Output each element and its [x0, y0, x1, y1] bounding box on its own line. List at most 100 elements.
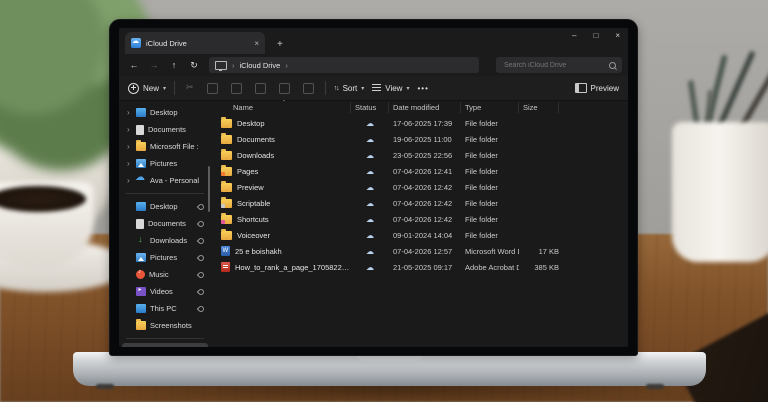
file-row[interactable]: Scriptable ☁ 07-04-2026 12:42 File folde…	[211, 195, 628, 211]
refresh-button[interactable]: ↻	[185, 60, 203, 71]
file-date-modified: 07-04-2026 12:42	[389, 215, 461, 224]
sidebar-item-icon	[136, 270, 145, 279]
column-header-size[interactable]: Size	[519, 102, 559, 113]
sidebar-item[interactable]: › Desktop	[122, 104, 208, 121]
file-name: Preview	[237, 183, 264, 192]
pin-icon	[197, 202, 205, 210]
chevron-right-icon: ›	[232, 61, 235, 70]
sort-button[interactable]: ↑↓ Sort ▾	[334, 84, 365, 93]
file-row[interactable]: Desktop ☁ 17-06-2025 17:39 File folder	[211, 115, 628, 131]
view-button[interactable]: View ▾	[372, 84, 409, 93]
chevron-icon[interactable]: ›	[127, 125, 132, 134]
sidebar-item-label: Videos	[150, 287, 173, 296]
copy-icon[interactable]	[207, 83, 218, 94]
search-box[interactable]	[496, 57, 622, 73]
file-type: File folder	[461, 167, 519, 176]
file-row[interactable]: Documents ☁ 19-06-2025 11:00 File folder	[211, 131, 628, 147]
file-row[interactable]: Pages ☁ 07-04-2026 12:41 File folder	[211, 163, 628, 179]
sidebar-item[interactable]: › Ava - Personal	[122, 172, 208, 189]
search-input[interactable]	[502, 61, 605, 70]
sidebar-item-label: Desktop	[150, 108, 178, 117]
file-status-cell: ☁	[351, 215, 389, 224]
chevron-icon[interactable]: ›	[127, 108, 132, 117]
sidebar-item[interactable]: › Microsoft File :	[122, 138, 208, 155]
file-type: File folder	[461, 231, 519, 240]
sidebar-scrollbar[interactable]	[208, 166, 210, 212]
column-header-date-modified[interactable]: Date modified	[389, 102, 461, 113]
file-row[interactable]: Voiceover ☁ 09-01-2024 14:04 File folder	[211, 227, 628, 243]
cloud-sync-status-icon: ☁	[366, 167, 374, 176]
file-type: File folder	[461, 135, 519, 144]
chevron-down-icon: ▾	[163, 85, 166, 92]
cut-icon[interactable]: ✂	[186, 83, 194, 94]
sidebar-item-label: Pictures	[150, 253, 177, 262]
file-type-icon	[221, 135, 232, 144]
file-date-modified: 07-04-2026 12:42	[389, 199, 461, 208]
chevron-icon[interactable]: ›	[127, 159, 132, 168]
sidebar-item[interactable]: › Videos	[122, 283, 208, 300]
preview-button-label: Preview	[591, 84, 619, 93]
sidebar-item[interactable]: › Documents	[122, 121, 208, 138]
preview-button[interactable]: Preview	[575, 83, 619, 93]
chevron-icon[interactable]: ›	[127, 142, 132, 151]
chevron-icon[interactable]: ›	[127, 176, 132, 185]
file-row[interactable]: 25 e boishakh ☁ 07-04-2026 12:57 Microso…	[211, 243, 628, 259]
file-name: Documents	[237, 135, 275, 144]
sidebar-item[interactable]: › Desktop	[122, 198, 208, 215]
sidebar-item[interactable]: › Pictures	[122, 249, 208, 266]
close-button[interactable]: ×	[615, 31, 620, 40]
file-type: File folder	[461, 199, 519, 208]
sidebar-item-icon	[136, 125, 144, 135]
sidebar-item[interactable]: › Pictures	[122, 155, 208, 172]
sidebar-item-label: Documents	[148, 125, 186, 134]
file-row[interactable]: Preview ☁ 07-04-2026 12:42 File folder	[211, 179, 628, 195]
file-date-modified: 09-01-2024 14:04	[389, 231, 461, 240]
more-options-button[interactable]: •••	[417, 84, 428, 93]
new-button[interactable]: New ▾	[128, 83, 166, 94]
computer-icon	[215, 61, 227, 70]
column-header-name[interactable]: Name ˆ	[211, 102, 351, 113]
tab-close-icon[interactable]: ×	[254, 39, 259, 48]
maximize-button[interactable]: □	[593, 31, 598, 40]
sort-button-label: Sort	[343, 84, 358, 93]
sidebar-item-icloud-drive[interactable]: › iCloud Drive	[122, 343, 208, 347]
laptop-foot	[646, 384, 664, 389]
file-type: File folder	[461, 119, 519, 128]
address-bar: ← → ↑ ↻ › iCloud Drive ›	[119, 54, 628, 76]
rename-icon[interactable]	[255, 83, 266, 94]
sidebar-item-label: Microsoft File :	[150, 142, 199, 151]
breadcrumb-location[interactable]: iCloud Drive	[240, 61, 281, 70]
pen-holder	[672, 122, 768, 262]
sidebar-item[interactable]: › Documents	[122, 215, 208, 232]
up-button[interactable]: ↑	[165, 60, 183, 70]
sidebar-item[interactable]: › Screenshots	[122, 317, 208, 334]
back-button[interactable]: ←	[125, 60, 143, 70]
file-row[interactable]: Downloads ☁ 23-05-2025 22:56 File folder	[211, 147, 628, 163]
file-row[interactable]: Shortcuts ☁ 07-04-2026 12:42 File folder	[211, 211, 628, 227]
sidebar-item[interactable]: › Music	[122, 266, 208, 283]
sidebar-item[interactable]: › This PC	[122, 300, 208, 317]
plus-icon	[128, 83, 139, 94]
minimize-button[interactable]: –	[572, 31, 576, 40]
column-header-type[interactable]: Type	[461, 102, 519, 113]
icloud-app-icon	[131, 38, 141, 48]
file-row[interactable]: How_to_rank_a_page_1705822315 ☁ 21-05-20…	[211, 259, 628, 275]
sidebar-item[interactable]: › Downloads	[122, 232, 208, 249]
forward-button[interactable]: →	[145, 60, 163, 70]
breadcrumb[interactable]: › iCloud Drive ›	[209, 57, 479, 73]
pin-icon	[197, 236, 205, 244]
paste-icon[interactable]	[231, 83, 242, 94]
file-date-modified: 07-04-2026 12:42	[389, 183, 461, 192]
file-type-icon	[221, 199, 232, 208]
file-name: Desktop	[237, 119, 265, 128]
column-header-status[interactable]: Status	[351, 102, 389, 113]
pin-icon	[197, 304, 205, 312]
new-tab-button[interactable]: +	[277, 39, 283, 50]
sidebar-item-icon	[136, 202, 146, 211]
preview-pane-icon	[575, 83, 587, 93]
file-name: How_to_rank_a_page_1705822315	[235, 263, 351, 272]
delete-icon[interactable]	[303, 83, 314, 94]
file-type-icon	[221, 215, 232, 224]
tab-icloud-drive[interactable]: iCloud Drive ×	[125, 32, 265, 54]
share-icon[interactable]	[279, 83, 290, 94]
